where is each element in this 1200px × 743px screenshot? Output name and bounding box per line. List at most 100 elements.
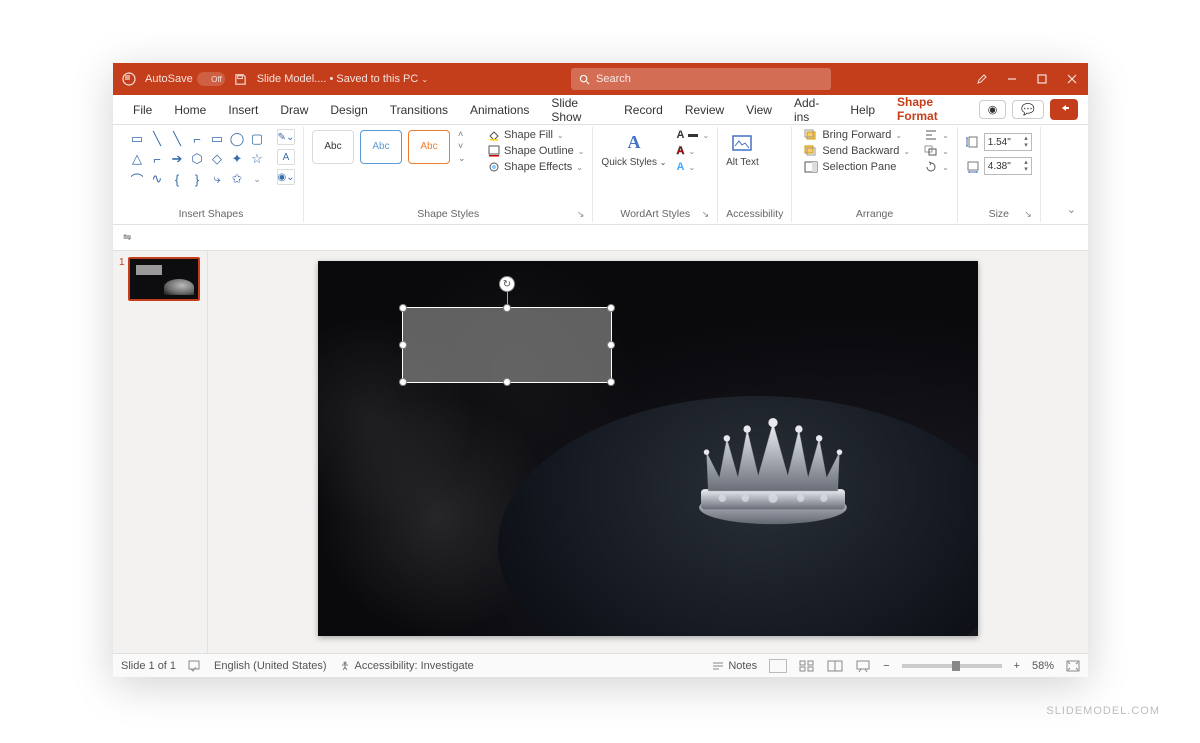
shape-triangle-icon[interactable]: △ [129, 151, 145, 167]
height-spinner[interactable]: ▴▾ [1024, 135, 1028, 149]
tab-slide-show[interactable]: Slide Show [541, 90, 612, 130]
pen-icon[interactable] [974, 71, 990, 87]
more-styles-button[interactable]: ˄˅⌄ [458, 129, 472, 164]
resize-handle-br[interactable] [607, 378, 615, 386]
search-box[interactable]: Search [571, 68, 831, 90]
normal-view-button[interactable] [769, 659, 787, 673]
shape-gallery[interactable]: ▭ ╲ ╲ ⌐ ▭ ◯ ▢ △ ⌐ ➔ ⬡ ◇ ✦ ☆ ⌒ ∿ { [127, 129, 267, 189]
resize-handle-bl[interactable] [399, 378, 407, 386]
rotation-handle[interactable]: ↻ [499, 276, 515, 292]
comments-button[interactable]: 💬 [1012, 100, 1044, 119]
group-button[interactable]: ⌄ [924, 145, 949, 157]
shape-diamond-icon[interactable]: ◇ [209, 151, 225, 167]
tab-insert[interactable]: Insert [218, 97, 268, 123]
width-spinner[interactable]: ▴▾ [1024, 159, 1028, 173]
autosave-toggle[interactable]: AutoSave Off [145, 72, 225, 86]
text-outline-button[interactable]: A⌄ [676, 145, 709, 157]
spellcheck-icon[interactable] [188, 660, 202, 672]
shape-plus-icon[interactable]: ✦ [229, 151, 245, 167]
bring-forward-button[interactable]: Bring Forward⌄ [804, 129, 910, 141]
height-input[interactable]: 1.54"▴▾ [984, 133, 1032, 151]
resize-handle-tr[interactable] [607, 304, 615, 312]
shape-roundrect-icon[interactable]: ▢ [249, 131, 265, 147]
shape-line-icon[interactable]: ╲ [149, 131, 165, 147]
text-box-button[interactable]: A [277, 149, 295, 165]
shape-outline-button[interactable]: Shape Outline⌄ [488, 145, 584, 157]
shape-arrow-icon[interactable]: ➔ [169, 151, 185, 167]
slide-editor[interactable]: ↻ [208, 251, 1088, 653]
camera-button[interactable]: ◉ [979, 100, 1007, 119]
resize-handle-t[interactable] [503, 304, 511, 312]
shape-fill-button[interactable]: Shape Fill⌄ [488, 129, 584, 141]
resize-handle-b[interactable] [503, 378, 511, 386]
text-effects-button[interactable]: A⌄ [676, 161, 709, 173]
tab-transitions[interactable]: Transitions [380, 97, 458, 123]
style-gallery[interactable]: Abc Abc Abc ˄˅⌄ [312, 129, 472, 164]
shape-rect-icon[interactable]: ▭ [209, 131, 225, 147]
width-input[interactable]: 4.38"▴▾ [984, 157, 1032, 175]
resize-handle-tl[interactable] [399, 304, 407, 312]
zoom-slider[interactable] [902, 664, 1002, 668]
shape-freeform-icon[interactable]: ∿ [149, 171, 165, 187]
style-chip-1[interactable]: Abc [312, 130, 354, 164]
shape-styles-launcher[interactable]: ↘ [577, 209, 585, 220]
tab-draw[interactable]: Draw [270, 97, 318, 123]
text-fill-button[interactable]: A⌄ [676, 129, 709, 141]
tab-view[interactable]: View [736, 97, 782, 123]
reading-view-button[interactable] [827, 660, 843, 672]
shape-arc-icon[interactable]: ⤷ [209, 171, 225, 187]
maximize-button[interactable] [1034, 71, 1050, 87]
fit-to-window-button[interactable] [1066, 660, 1080, 672]
alt-text-button[interactable]: Alt Text [726, 129, 759, 168]
shape-hexagon-icon[interactable]: ⬡ [189, 151, 205, 167]
accessibility-status[interactable]: Accessibility: Investigate [339, 660, 474, 672]
shape-curve-icon[interactable]: ⌒ [129, 171, 145, 187]
shape-connector-icon[interactable]: ⌐ [189, 131, 205, 147]
qat-customize-button[interactable]: ⇋ [123, 232, 131, 243]
minimize-button[interactable] [1004, 71, 1020, 87]
share-button[interactable] [1050, 99, 1078, 120]
tab-animations[interactable]: Animations [460, 97, 539, 123]
selection-pane-button[interactable]: Selection Pane [804, 161, 910, 173]
shape-elbow-icon[interactable]: ⌐ [149, 151, 165, 167]
tab-help[interactable]: Help [840, 97, 885, 123]
tab-record[interactable]: Record [614, 97, 673, 123]
edit-shape-button[interactable]: ✎⌄ [277, 129, 295, 145]
shape-textbox-icon[interactable]: ▭ [129, 131, 145, 147]
slideshow-view-button[interactable] [855, 660, 871, 672]
resize-handle-r[interactable] [607, 341, 615, 349]
tab-review[interactable]: Review [675, 97, 734, 123]
tab-addins[interactable]: Add-ins [784, 90, 838, 130]
zoom-out-button[interactable]: − [883, 660, 889, 672]
slide-canvas[interactable]: ↻ [318, 261, 978, 636]
shape-star-icon[interactable]: ☆ [249, 151, 265, 167]
rotate-button[interactable]: ⌄ [924, 161, 949, 173]
slide-sorter-button[interactable] [799, 660, 815, 672]
style-chip-2[interactable]: Abc [360, 130, 402, 164]
autosave-switch[interactable]: Off [197, 72, 225, 86]
close-button[interactable] [1064, 71, 1080, 87]
shape-more-icon[interactable]: ⌄ [249, 171, 265, 187]
shape-brace2-icon[interactable]: } [189, 171, 205, 187]
wordart-launcher[interactable]: ↘ [702, 209, 710, 220]
tab-home[interactable]: Home [164, 97, 216, 123]
slide-thumbnail-1[interactable] [128, 257, 200, 301]
notes-button[interactable]: Notes [712, 660, 757, 672]
selected-rectangle-shape[interactable]: ↻ [402, 307, 612, 383]
shape-line2-icon[interactable]: ╲ [169, 131, 185, 147]
tab-design[interactable]: Design [320, 97, 377, 123]
quick-styles-button[interactable]: A Quick Styles ⌄ [601, 129, 666, 168]
tab-file[interactable]: File [123, 97, 162, 123]
language-status[interactable]: English (United States) [214, 660, 327, 672]
size-launcher[interactable]: ↘ [1024, 209, 1032, 220]
collapse-ribbon-button[interactable]: ⌄ [1067, 203, 1076, 216]
merge-shapes-button[interactable]: ◉⌄ [277, 169, 295, 185]
save-icon[interactable] [233, 71, 249, 87]
shape-oval-icon[interactable]: ◯ [229, 131, 245, 147]
align-button[interactable]: ⌄ [924, 129, 949, 141]
slide-counter[interactable]: Slide 1 of 1 [121, 660, 176, 672]
style-chip-3[interactable]: Abc [408, 130, 450, 164]
zoom-percent[interactable]: 58% [1032, 660, 1054, 672]
document-title[interactable]: Slide Model.... • Saved to this PC ⌄ [257, 73, 428, 85]
shape-effects-button[interactable]: Shape Effects⌄ [488, 161, 584, 173]
